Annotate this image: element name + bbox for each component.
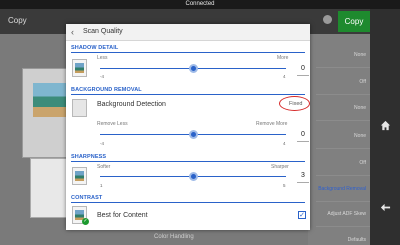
thumbnail-picture xyxy=(75,171,84,181)
divider xyxy=(316,120,370,121)
background-copy-label: Copy xyxy=(8,16,27,25)
divider xyxy=(316,175,370,176)
side-nav-bar xyxy=(370,9,400,245)
thumbnail-image-icon xyxy=(72,167,87,185)
shadow-detail-value: 0 xyxy=(301,65,305,72)
divider xyxy=(316,148,370,149)
sharper-label: Sharper xyxy=(271,164,289,170)
background-setting-value[interactable]: Background Removal xyxy=(318,186,366,192)
remove-more-label: Remove More xyxy=(256,121,288,127)
removal-max-label: 4 xyxy=(283,141,286,146)
background-setting-value[interactable]: None xyxy=(354,133,366,139)
shadow-more-label: More xyxy=(277,55,289,61)
back-arrow-icon[interactable]: ‹ xyxy=(71,27,79,37)
background-setting-value[interactable]: Adjust ADF Skew xyxy=(327,211,366,217)
softer-label: Softer xyxy=(97,164,111,170)
shadow-max-label: 4 xyxy=(283,74,286,79)
status-bar: Connected xyxy=(0,0,400,9)
divider xyxy=(316,67,370,68)
background-setting-value[interactable]: Off xyxy=(359,79,366,85)
removal-min-label: -4 xyxy=(100,141,105,146)
sharpness-min-label: 1 xyxy=(100,183,103,188)
background-removal-value: 0 xyxy=(301,131,305,138)
value-underline xyxy=(297,141,309,142)
checkmark-icon: ✓ xyxy=(82,218,89,225)
background-setting-value[interactable]: None xyxy=(354,105,366,111)
back-icon[interactable] xyxy=(380,202,391,213)
thumbnail-picture xyxy=(75,63,84,73)
checkmark-icon: ✓ xyxy=(299,212,305,219)
dialog-header: ‹ Scan Quality xyxy=(66,24,310,41)
sharpness-value: 3 xyxy=(301,172,305,179)
highlight-annotation xyxy=(279,96,310,111)
shadow-less-label: Less xyxy=(97,55,108,61)
scan-quality-dialog: ‹ Scan Quality SHADOW DETAIL Less More -… xyxy=(66,24,310,230)
divider xyxy=(316,226,370,227)
shadow-min-label: -4 xyxy=(100,74,105,79)
divider xyxy=(316,201,370,202)
sharpness-slider-knob[interactable] xyxy=(188,172,198,181)
color-handling-label[interactable]: Color Handling xyxy=(154,234,194,240)
background-settings-list: None Off None None Off Background Remova… xyxy=(308,34,370,245)
background-toolbar-icon xyxy=(323,15,332,24)
background-detection-label[interactable]: Background Detection xyxy=(97,101,166,108)
shadow-detail-slider-knob[interactable] xyxy=(188,64,198,73)
sharpness-heading: SHARPNESS xyxy=(71,153,305,162)
background-detection-icon xyxy=(72,99,87,117)
background-setting-value[interactable]: Off xyxy=(359,160,366,166)
background-setting-value[interactable]: None xyxy=(354,52,366,58)
thumbnail-image-icon: ✓ xyxy=(72,206,89,225)
background-removal-heading: BACKGROUND REMOVAL xyxy=(71,86,305,95)
contrast-heading: CONTRAST xyxy=(71,194,305,203)
background-removal-slider-knob[interactable] xyxy=(188,130,198,139)
background-paper xyxy=(30,158,70,218)
dialog-title: Scan Quality xyxy=(83,28,123,35)
best-for-content-checkbox[interactable]: ✓ xyxy=(298,211,306,219)
remove-less-label: Remove Less xyxy=(97,121,128,127)
value-underline xyxy=(297,182,309,183)
best-for-content-label[interactable]: Best for Content xyxy=(97,212,148,219)
copy-button[interactable]: Copy xyxy=(338,11,370,32)
sharpness-max-label: 5 xyxy=(283,183,286,188)
shadow-detail-heading: SHADOW DETAIL xyxy=(71,44,305,53)
thumbnail-image-icon xyxy=(72,59,87,77)
home-icon[interactable] xyxy=(380,120,391,131)
value-underline xyxy=(297,75,309,76)
background-setting-value[interactable]: Defaults xyxy=(348,237,366,243)
divider xyxy=(316,94,370,95)
